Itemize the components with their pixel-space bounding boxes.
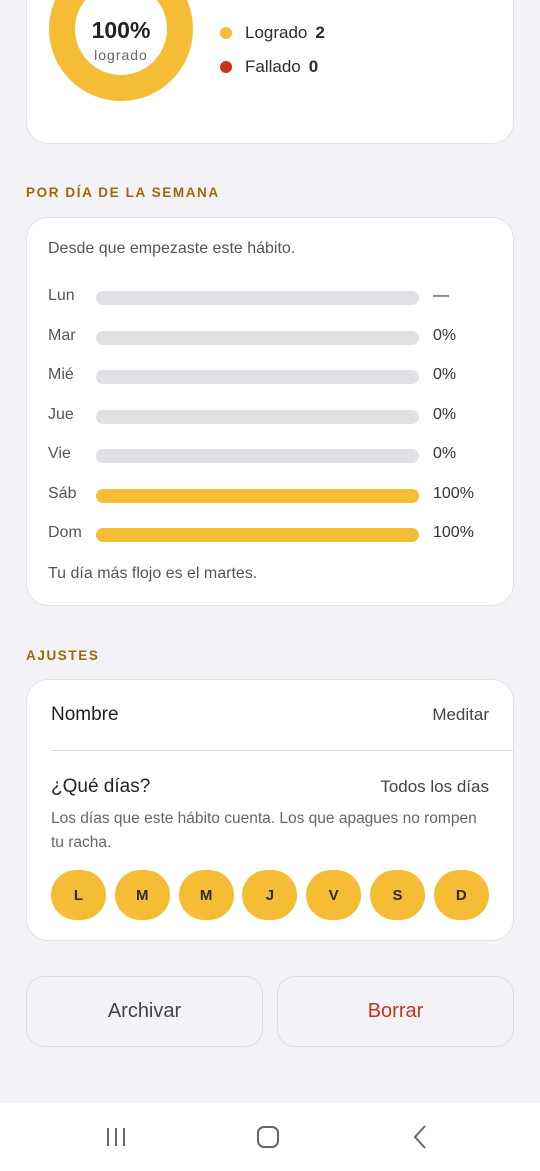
completion-donut-chart: 100% logrado: [49, 0, 193, 101]
weekday-bar-value: 100%: [433, 524, 474, 541]
weekday-bar-fill: [96, 528, 419, 542]
name-setting-value: Meditar: [432, 705, 489, 724]
weekday-bar-label: Dom: [48, 524, 82, 541]
day-toggle-chip[interactable]: M: [178, 870, 234, 920]
settings-card: Nombre Meditar ¿Qué días? Todos los días…: [26, 679, 514, 941]
legend-item-achieved: Logrado 2: [220, 21, 325, 45]
weekday-bar-value: 100%: [433, 484, 474, 502]
name-setting-row[interactable]: Nombre Meditar: [27, 680, 513, 750]
day-toggle-chip[interactable]: M: [114, 870, 170, 920]
weekday-bar-row: Jue 0%: [48, 404, 498, 428]
name-setting-label: Nombre: [51, 704, 119, 725]
settings-section-title: AJUSTES: [26, 648, 100, 663]
weekday-bar-row: Mar 0%: [48, 325, 498, 349]
days-setting-row[interactable]: ¿Qué días? Todos los días: [27, 751, 513, 801]
weekday-section-title: POR DÍA DE LA SEMANA: [26, 185, 220, 200]
weekday-description: Desde que empezaste este hábito.: [48, 240, 296, 257]
weekday-bar-track: [96, 330, 419, 345]
weekday-bar-label: Sáb: [48, 484, 77, 502]
archive-button[interactable]: Archivar: [26, 976, 263, 1047]
weekday-bar-row: Lun —: [48, 285, 498, 309]
weekday-bar-label: Jue: [48, 405, 74, 423]
days-setting-value: Todos los días: [380, 777, 489, 796]
weekday-bar-value: —: [433, 287, 449, 304]
system-navigation-bar: [0, 1103, 540, 1171]
achieved-dot-icon: [220, 27, 232, 39]
weekday-bar-value: 0%: [433, 326, 457, 344]
recent-apps-icon[interactable]: [97, 1121, 137, 1151]
weekday-bar-row: Sáb 100%: [48, 483, 498, 507]
legend-label: Logrado: [245, 23, 308, 42]
weekday-bar-label: Mar: [48, 326, 76, 344]
weekday-bar-track: [96, 488, 419, 503]
weekday-bar-fill: [96, 488, 419, 503]
completion-percent: 100%: [91, 17, 151, 43]
weekday-bar-value: 0%: [433, 445, 457, 462]
day-toggle-chip[interactable]: J: [242, 870, 298, 920]
weekday-bar-label: Mié: [48, 366, 74, 383]
days-help-text: Los días que este hábito cuenta. Los que…: [51, 810, 477, 851]
weekday-bar-track: [96, 528, 419, 542]
legend-count: 0: [308, 57, 319, 76]
weekday-bar-row: Vie 0%: [48, 443, 498, 467]
weekday-bar-track: [96, 409, 419, 424]
completion-percent-label: logrado: [94, 47, 148, 63]
day-toggle-chip[interactable]: L: [51, 870, 106, 920]
weekday-bar-row: Dom 100%: [48, 522, 498, 546]
weekday-bar-row: Mié 0%: [48, 364, 498, 388]
weekday-bar-track: [96, 449, 419, 463]
weekday-bar-value: 0%: [433, 366, 457, 383]
weekday-insight: Tu día más flojo es el martes.: [48, 565, 258, 582]
weekday-bar-label: Vie: [48, 445, 71, 462]
weekday-bar-track: [96, 370, 419, 384]
legend-label: Fallado: [245, 57, 301, 76]
day-toggle-chip[interactable]: V: [306, 870, 362, 920]
weekday-bar-label: Lun: [48, 287, 75, 304]
days-setting-label: ¿Qué días?: [51, 776, 151, 797]
legend-item-failed: Fallado 0: [220, 55, 318, 79]
day-toggle-chip[interactable]: D: [433, 870, 489, 920]
weekday-bar-value: 0%: [433, 405, 457, 423]
delete-button[interactable]: Borrar: [277, 976, 514, 1047]
failed-dot-icon: [220, 61, 232, 73]
legend-count: 2: [315, 23, 325, 42]
weekday-card: Desde que empezaste este hábito. Lun — Mar…: [26, 217, 514, 606]
summary-card: 100% logrado Logrado 2 Fallado 0: [26, 0, 514, 144]
back-icon[interactable]: [400, 1121, 440, 1151]
home-icon[interactable]: [248, 1121, 288, 1151]
weekday-bar-track: [96, 291, 419, 305]
day-toggle-chip[interactable]: S: [370, 870, 425, 920]
